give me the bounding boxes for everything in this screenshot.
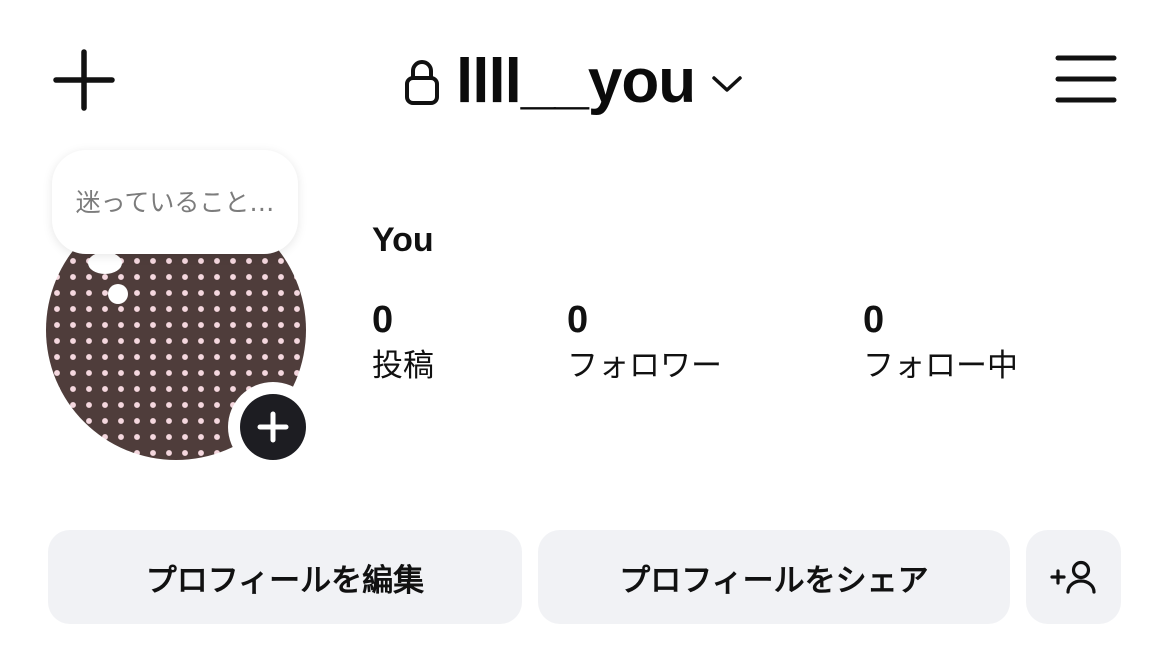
add-story-button[interactable] [228,382,318,472]
following-stat[interactable]: 0 フォロー中 [863,298,1018,386]
note-bubble[interactable]: 迷っていること… [52,150,298,254]
note-placeholder: 迷っていること… [75,187,275,217]
chevron-down-icon [712,76,742,92]
posts-count: 0 [372,299,394,341]
lock-icon [405,60,439,105]
plus-icon [257,411,289,443]
discover-people-button[interactable] [1026,530,1121,624]
plus-icon [53,49,115,111]
posts-stat[interactable]: 0 投稿 [372,298,434,386]
followers-stat[interactable]: 0 フォロワー [567,298,722,386]
edit-profile-label: プロフィールを編集 [145,562,425,599]
hamburger-menu-icon [1055,55,1117,103]
note-bubble-tail-dot [108,284,128,304]
share-profile-label: プロフィールをシェア [619,562,929,599]
posts-label: 投稿 [372,348,434,384]
edit-profile-button[interactable]: プロフィールを編集 [48,530,522,624]
menu-button[interactable] [1054,52,1118,106]
create-button[interactable] [52,48,116,112]
display-name: You [372,221,434,259]
following-label: フォロー中 [863,348,1018,384]
following-count: 0 [863,299,885,341]
share-profile-button[interactable]: プロフィールをシェア [538,530,1010,624]
followers-count: 0 [567,299,589,341]
note-bubble-tail [88,252,122,274]
username: llll__you [456,47,696,116]
followers-label: フォロワー [567,348,722,384]
account-switcher[interactable]: llll__you [404,40,743,124]
add-person-icon [1049,560,1096,594]
